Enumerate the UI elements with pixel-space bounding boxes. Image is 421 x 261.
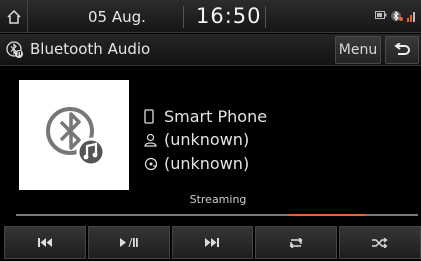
menu-button[interactable]: Menu: [335, 36, 381, 64]
shuffle-icon: [372, 237, 388, 248]
previous-button[interactable]: [4, 226, 86, 259]
album-art: [19, 80, 129, 190]
artist-name: (unknown): [164, 130, 250, 149]
device-name: Smart Phone: [164, 107, 268, 126]
album-name: (unknown): [164, 154, 250, 173]
repeat-button[interactable]: [255, 226, 338, 259]
date-label: 05 Aug.: [88, 8, 146, 26]
play-pause-icon: [119, 238, 138, 247]
next-button[interactable]: [171, 226, 254, 259]
back-button[interactable]: [385, 36, 419, 64]
phone-icon: [144, 109, 154, 124]
repeat-icon: [289, 237, 303, 248]
battery-icon: [375, 11, 387, 19]
next-icon: [205, 238, 220, 247]
artist-row: (unknown): [144, 130, 249, 149]
previous-icon: [37, 238, 52, 247]
shuffle-button[interactable]: [339, 226, 421, 259]
clock: 16:50: [196, 4, 262, 28]
album-icon: [144, 157, 158, 170]
device-row: Smart Phone: [144, 107, 267, 126]
status-icons: [375, 10, 417, 22]
page-title: Bluetooth Audio: [30, 40, 151, 58]
bluetooth-status-icon: [391, 10, 403, 22]
play-pause-button[interactable]: [87, 226, 170, 259]
streaming-status: Streaming: [189, 193, 247, 206]
bluetooth-music-icon: [46, 107, 106, 167]
signal-icon: [407, 12, 415, 22]
home-icon: [6, 9, 21, 24]
artist-icon: [144, 133, 157, 147]
playback-controls: [0, 226, 421, 261]
divider: [183, 6, 184, 28]
bluetooth-audio-icon: [6, 41, 23, 58]
home-button[interactable]: [0, 0, 28, 33]
progress-marker: [289, 214, 366, 216]
album-row: (unknown): [144, 154, 249, 173]
back-icon: [394, 43, 410, 55]
divider: [265, 6, 266, 28]
title-bar: Bluetooth Audio Menu: [0, 34, 421, 66]
progress-bar[interactable]: [16, 214, 418, 216]
status-bar: 05 Aug. 16:50: [0, 0, 421, 33]
